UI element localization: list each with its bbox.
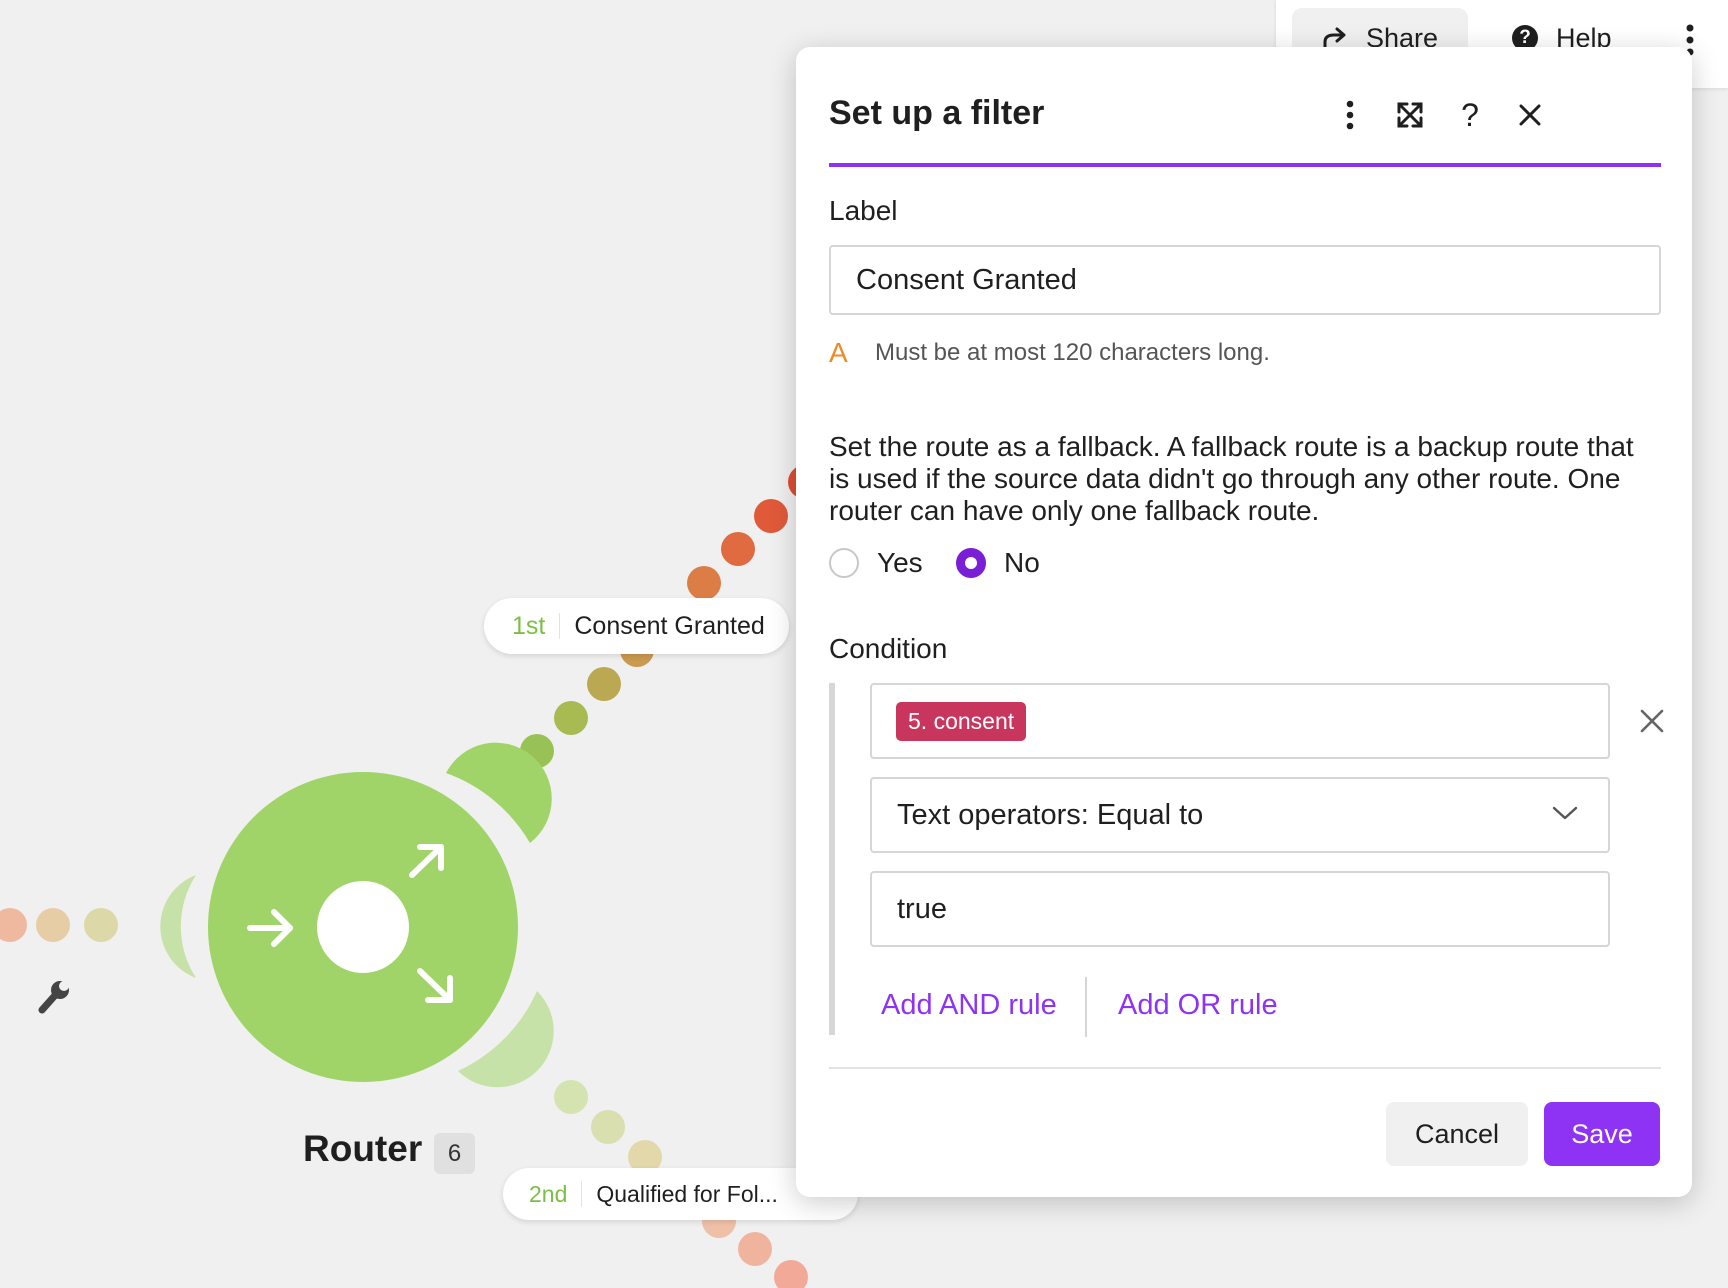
divider bbox=[559, 613, 561, 639]
cancel-button[interactable]: Cancel bbox=[1386, 1102, 1528, 1166]
route-label-1[interactable]: 1st Consent Granted bbox=[484, 598, 789, 654]
label-heading: Label bbox=[829, 195, 898, 226]
condition-heading: Condition bbox=[829, 633, 948, 664]
more-vertical-icon[interactable] bbox=[1330, 95, 1370, 135]
chevron-down-icon bbox=[1552, 806, 1578, 820]
router-id-badge: 6 bbox=[434, 1133, 475, 1174]
close-icon[interactable] bbox=[1510, 95, 1550, 135]
connection-dot bbox=[554, 701, 588, 735]
radio-circle[interactable] bbox=[829, 548, 859, 578]
connection-dot bbox=[36, 908, 70, 942]
route-name: Qualified for Fol... bbox=[596, 1180, 778, 1207]
warning-icon: A bbox=[829, 337, 848, 368]
warning-text: Must be at most 120 characters long. bbox=[875, 339, 1270, 366]
divider bbox=[581, 1181, 583, 1207]
fallback-yes-radio[interactable]: Yes bbox=[829, 547, 923, 579]
connection-dot bbox=[587, 667, 621, 701]
help-icon[interactable]: ? bbox=[1450, 95, 1490, 135]
operator-select[interactable]: Text operators: Equal to bbox=[870, 777, 1610, 853]
filter-setup-dialog: Set up a filter ? Label Consent Granted … bbox=[796, 47, 1692, 1197]
save-button[interactable]: Save bbox=[1544, 1102, 1660, 1166]
operator-value: Text operators: Equal to bbox=[897, 798, 1204, 831]
router-name: Router bbox=[303, 1128, 423, 1169]
add-or-rule-link[interactable]: Add OR rule bbox=[1118, 989, 1278, 1022]
fallback-no-radio[interactable]: No bbox=[956, 547, 1040, 579]
label-input-value: Consent Granted bbox=[856, 263, 1077, 296]
connection-dot bbox=[554, 1080, 588, 1114]
radio-label: Yes bbox=[877, 547, 923, 578]
label-input[interactable]: Consent Granted bbox=[829, 245, 1661, 315]
connection-dot bbox=[84, 908, 118, 942]
wrench-icon[interactable] bbox=[38, 981, 69, 1014]
connection-dot bbox=[721, 532, 755, 566]
connection-dot bbox=[738, 1232, 772, 1266]
condition-group-bar bbox=[829, 683, 835, 1035]
close-icon[interactable] bbox=[1634, 703, 1670, 739]
divider bbox=[1085, 977, 1087, 1037]
route-order: 2nd bbox=[529, 1180, 568, 1207]
label-warning: A Must be at most 120 characters long. bbox=[829, 337, 1270, 369]
condition-value: true bbox=[897, 892, 947, 925]
expand-icon[interactable] bbox=[1390, 95, 1430, 135]
radio-circle[interactable] bbox=[956, 548, 986, 578]
mapped-variable-tag[interactable]: 5. consent bbox=[896, 701, 1027, 741]
route-order: 1st bbox=[512, 611, 546, 640]
fallback-description: Set the route as a fallback. A fallback … bbox=[829, 431, 1634, 526]
connection-dot bbox=[687, 566, 721, 600]
condition-field-input[interactable]: 5. consent bbox=[870, 683, 1610, 759]
router-hole bbox=[317, 881, 409, 973]
radio-label: No bbox=[1004, 547, 1040, 578]
connection-dot bbox=[774, 1260, 808, 1288]
router-input-handle[interactable] bbox=[160, 875, 196, 978]
header-accent-rule bbox=[829, 163, 1661, 167]
connection-dot bbox=[0, 908, 27, 942]
condition-value-input[interactable]: true bbox=[870, 871, 1610, 947]
connection-dot bbox=[591, 1110, 625, 1144]
footer-divider bbox=[829, 1067, 1661, 1069]
route-name: Consent Granted bbox=[574, 611, 765, 640]
dialog-title: Set up a filter bbox=[829, 94, 1045, 132]
add-and-rule-link[interactable]: Add AND rule bbox=[881, 989, 1057, 1022]
connection-dot bbox=[754, 499, 788, 533]
